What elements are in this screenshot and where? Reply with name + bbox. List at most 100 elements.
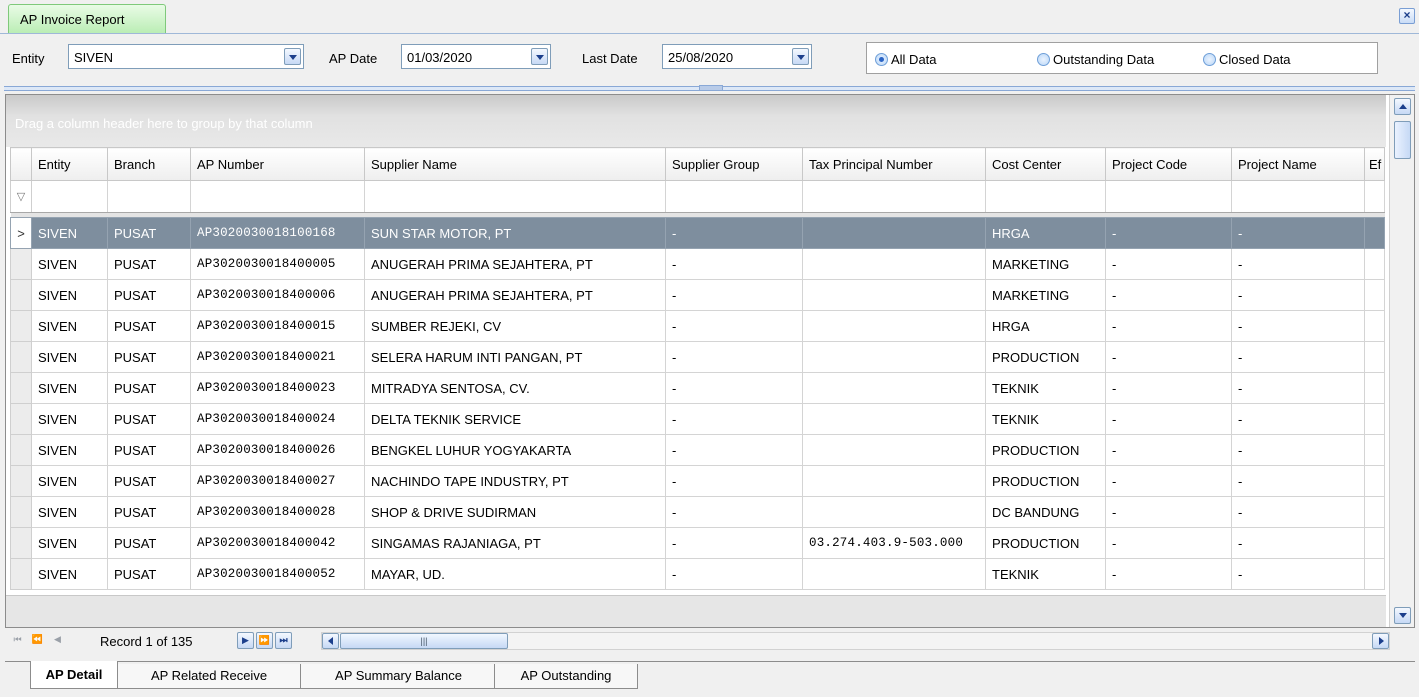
cell-tax-principal-number[interactable] <box>802 403 986 435</box>
table-row[interactable]: SIVEN PUSAT AP3020030018400042 SINGAMAS RAJ… <box>10 527 1385 559</box>
cell-tax-principal-number[interactable] <box>802 372 986 404</box>
column-header-branch[interactable]: Branch <box>107 147 191 181</box>
last-date-picker[interactable]: 25/08/2020 <box>662 44 812 69</box>
filter-icon[interactable]: ▽ <box>10 180 32 213</box>
cell-cost-center[interactable]: DC BANDUNG <box>985 496 1106 528</box>
scroll-up-icon[interactable] <box>1394 98 1411 115</box>
tab-ap-outstanding[interactable]: AP Outstanding <box>494 664 638 689</box>
cell-supplier-group[interactable]: - <box>665 403 803 435</box>
close-icon[interactable]: × <box>1399 8 1415 24</box>
cell-supplier-group[interactable]: - <box>665 310 803 342</box>
cell-project-name[interactable]: - <box>1231 341 1365 373</box>
panel-splitter[interactable] <box>4 85 1415 91</box>
vertical-scroll-thumb[interactable] <box>1394 121 1411 159</box>
cell-tax-principal-number[interactable] <box>802 248 986 280</box>
group-by-panel[interactable]: Drag a column header here to group by th… <box>6 95 1386 147</box>
filter-cell[interactable] <box>802 180 986 213</box>
table-row[interactable]: SIVEN PUSAT AP3020030018400023 MITRADYA SEN… <box>10 372 1385 404</box>
cell-project-code[interactable]: - <box>1105 434 1232 466</box>
cell-cost-center[interactable]: TEKNIK <box>985 558 1106 590</box>
cell-branch[interactable]: PUSAT <box>107 558 191 590</box>
cell-cost-center[interactable]: PRODUCTION <box>985 465 1106 497</box>
cell-branch[interactable]: PUSAT <box>107 248 191 280</box>
table-row[interactable]: SIVEN PUSAT AP3020030018400021 SELERA HARUM… <box>10 341 1385 373</box>
cell-supplier-name[interactable]: SUMBER REJEKI, CV <box>364 310 666 342</box>
tab-ap-summary-balance[interactable]: AP Summary Balance <box>300 664 497 689</box>
cell-tax-principal-number[interactable] <box>802 279 986 311</box>
table-row[interactable]: SIVEN PUSAT AP3020030018400006 ANUGERAH PRI… <box>10 279 1385 311</box>
chevron-down-icon[interactable] <box>284 48 301 65</box>
cell-supplier-name[interactable]: SUN STAR MOTOR, PT <box>364 217 666 249</box>
row-indicator[interactable] <box>10 558 32 590</box>
cell-project-code[interactable]: - <box>1105 403 1232 435</box>
filter-cell[interactable] <box>364 180 666 213</box>
cell-ef[interactable] <box>1364 217 1385 249</box>
chevron-down-icon[interactable] <box>792 48 809 65</box>
cell-branch[interactable]: PUSAT <box>107 527 191 559</box>
cell-ef[interactable] <box>1364 341 1385 373</box>
horizontal-scroll-thumb[interactable]: ||| <box>340 633 508 649</box>
table-row[interactable]: SIVEN PUSAT AP3020030018400052 MAYAR, UD. - T… <box>10 558 1385 590</box>
radio-outstanding-data[interactable]: Outstanding Data <box>1037 52 1154 67</box>
cell-ap-number[interactable]: AP3020030018400006 <box>190 279 365 311</box>
document-tab-ap-invoice-report[interactable]: AP Invoice Report <box>8 4 166 34</box>
cell-tax-principal-number[interactable] <box>802 558 986 590</box>
cell-ap-number[interactable]: AP3020030018400042 <box>190 527 365 559</box>
last-record-icon[interactable]: ⏭ <box>275 632 292 649</box>
cell-branch[interactable]: PUSAT <box>107 403 191 435</box>
column-header-supplier-name[interactable]: Supplier Name <box>364 147 666 181</box>
cell-supplier-group[interactable]: - <box>665 372 803 404</box>
cell-entity[interactable]: SIVEN <box>31 434 108 466</box>
row-indicator[interactable] <box>10 341 32 373</box>
cell-project-code[interactable]: - <box>1105 465 1232 497</box>
cell-project-name[interactable]: - <box>1231 465 1365 497</box>
cell-branch[interactable]: PUSAT <box>107 279 191 311</box>
next-record-icon[interactable]: ▶ <box>237 632 254 649</box>
cell-project-name[interactable]: - <box>1231 496 1365 528</box>
cell-supplier-name[interactable]: MITRADYA SENTOSA, CV. <box>364 372 666 404</box>
tab-ap-detail[interactable]: AP Detail <box>30 661 118 689</box>
cell-supplier-name[interactable]: ANUGERAH PRIMA SEJAHTERA, PT <box>364 279 666 311</box>
table-row[interactable]: SIVEN PUSAT AP3020030018400024 DELTA TEKNIK… <box>10 403 1385 435</box>
radio-all-data[interactable]: All Data <box>875 52 937 67</box>
cell-ef[interactable] <box>1364 279 1385 311</box>
cell-ef[interactable] <box>1364 248 1385 280</box>
cell-project-name[interactable]: - <box>1231 558 1365 590</box>
cell-ef[interactable] <box>1364 372 1385 404</box>
next-page-icon[interactable]: ⏩ <box>256 632 273 649</box>
entity-combo[interactable]: SIVEN <box>68 44 304 69</box>
cell-project-code[interactable]: - <box>1105 527 1232 559</box>
table-row[interactable]: > SIVEN PUSAT AP3020030018100168 SUN STAR MO… <box>10 217 1385 249</box>
cell-cost-center[interactable]: PRODUCTION <box>985 341 1106 373</box>
cell-cost-center[interactable]: HRGA <box>985 217 1106 249</box>
cell-ap-number[interactable]: AP3020030018100168 <box>190 217 365 249</box>
cell-ef[interactable] <box>1364 496 1385 528</box>
cell-cost-center[interactable]: HRGA <box>985 310 1106 342</box>
cell-ef[interactable] <box>1364 558 1385 590</box>
cell-ef[interactable] <box>1364 465 1385 497</box>
row-indicator[interactable] <box>10 279 32 311</box>
cell-tax-principal-number[interactable] <box>802 496 986 528</box>
filter-cell[interactable] <box>1105 180 1232 213</box>
cell-ap-number[interactable]: AP3020030018400021 <box>190 341 365 373</box>
cell-project-name[interactable]: - <box>1231 403 1365 435</box>
cell-supplier-name[interactable]: SELERA HARUM INTI PANGAN, PT <box>364 341 666 373</box>
cell-branch[interactable]: PUSAT <box>107 372 191 404</box>
ap-date-picker[interactable]: 01/03/2020 <box>401 44 551 69</box>
cell-ap-number[interactable]: AP3020030018400024 <box>190 403 365 435</box>
filter-cell[interactable] <box>31 180 108 213</box>
row-indicator[interactable] <box>10 434 32 466</box>
cell-supplier-group[interactable]: - <box>665 217 803 249</box>
cell-entity[interactable]: SIVEN <box>31 527 108 559</box>
row-indicator[interactable] <box>10 403 32 435</box>
cell-supplier-group[interactable]: - <box>665 465 803 497</box>
row-indicator[interactable] <box>10 496 32 528</box>
cell-supplier-group[interactable]: - <box>665 279 803 311</box>
cell-cost-center[interactable]: TEKNIK <box>985 403 1106 435</box>
filter-cell[interactable] <box>665 180 803 213</box>
cell-project-code[interactable]: - <box>1105 248 1232 280</box>
cell-ef[interactable] <box>1364 434 1385 466</box>
cell-supplier-name[interactable]: SHOP & DRIVE SUDIRMAN <box>364 496 666 528</box>
cell-cost-center[interactable]: PRODUCTION <box>985 434 1106 466</box>
cell-ap-number[interactable]: AP3020030018400028 <box>190 496 365 528</box>
